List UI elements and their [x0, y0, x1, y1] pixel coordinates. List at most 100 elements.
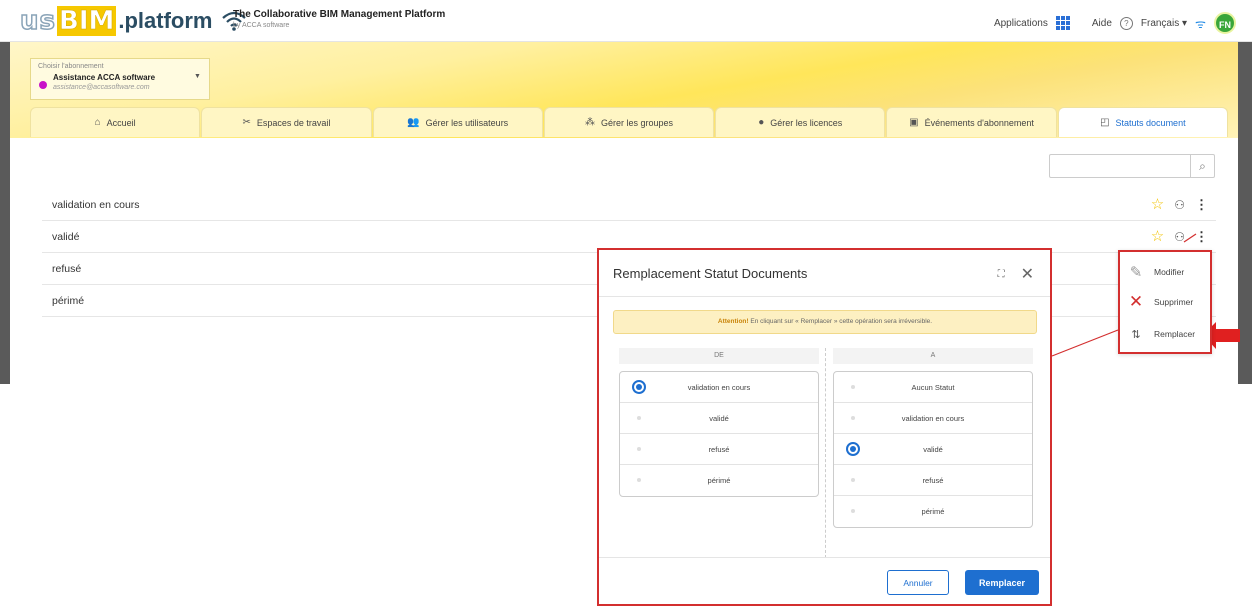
from-option[interactable]: validé	[620, 403, 818, 434]
swap-icon: ⇅	[1131, 328, 1141, 341]
logo-platform: .platform	[118, 8, 213, 33]
group-icon: ⁂	[584, 117, 595, 128]
more-options-icon[interactable]: ⋮	[1195, 197, 1208, 213]
avatar[interactable]: FN	[1214, 12, 1236, 34]
radio-unselected[interactable]	[632, 473, 646, 487]
subscription-label: Choisir l'abonnement	[38, 63, 104, 70]
connection-icon: ᯤ	[1195, 16, 1206, 31]
option-label: refusé	[922, 475, 944, 485]
option-label: validé	[709, 413, 729, 423]
users-icon[interactable]: ⚇	[1174, 230, 1185, 244]
tab-events[interactable]: ▣ Événements d'abonnement	[886, 107, 1057, 137]
subscription-selector[interactable]: Choisir l'abonnement Assistance ACCA sof…	[30, 58, 210, 100]
replace-status-modal: Remplacement Statut Documents ⛶ ✕ Attent…	[597, 248, 1052, 606]
radio-selected[interactable]	[846, 442, 860, 456]
menu-item-replace[interactable]: ⇅ Remplacer	[1128, 324, 1195, 344]
row-actions: ☆ ⚇ ⋮	[1151, 229, 1208, 245]
warning-text: En cliquant sur « Remplacer » cette opér…	[748, 318, 933, 325]
radio-unselected[interactable]	[846, 504, 860, 518]
menu-item-delete[interactable]: ✕ Supprimer	[1128, 292, 1193, 312]
add-user-icon: 👥	[407, 117, 420, 128]
divider	[599, 557, 1050, 558]
option-label: validé	[923, 444, 943, 454]
option-label: refusé	[708, 444, 730, 454]
radio-selected[interactable]	[632, 380, 646, 394]
tools-icon: ✂	[242, 117, 251, 128]
to-option[interactable]: validation en cours	[834, 403, 1032, 434]
from-option[interactable]: validation en cours	[620, 372, 818, 403]
from-options: validation en cours validé refusé périmé	[619, 371, 819, 497]
language-select[interactable]: Français ▾	[1141, 18, 1187, 29]
search-field[interactable]	[1054, 155, 1192, 177]
apps-grid-icon[interactable]	[1055, 16, 1070, 30]
home-icon: ⌂	[94, 117, 101, 128]
option-label: Aucun Statut	[911, 382, 955, 392]
from-option[interactable]: périmé	[620, 465, 818, 496]
from-option[interactable]: refusé	[620, 434, 818, 465]
tab-label: Gérer les licences	[770, 117, 843, 128]
status-name: validation en cours	[52, 198, 140, 211]
more-options-icon[interactable]: ⋮	[1195, 229, 1208, 245]
list-item[interactable]: validation en cours ☆ ⚇ ⋮	[42, 189, 1216, 221]
subscription-color-dot	[39, 81, 47, 89]
top-right-menu: Applications Aide ? Français ▾ ᯤ FN	[994, 12, 1236, 34]
help-link[interactable]: Aide	[1092, 18, 1112, 29]
tab-label: Statuts document	[1115, 117, 1186, 128]
subscription-name: Assistance ACCA software	[53, 73, 156, 82]
logo-bim: BIM	[57, 6, 117, 36]
chevron-down-icon: ▼	[194, 73, 201, 80]
document-status-icon: ◰	[1100, 117, 1110, 128]
status-name: refusé	[52, 262, 82, 275]
events-icon: ▣	[909, 117, 919, 128]
menu-item-label: Supprimer	[1154, 297, 1194, 307]
tab-label: Gérer les groupes	[600, 117, 673, 128]
to-option[interactable]: périmé	[834, 496, 1032, 527]
tab-label: Accueil	[106, 117, 136, 128]
to-option[interactable]: refusé	[834, 465, 1032, 496]
to-options: Aucun Statut validation en cours validé …	[833, 371, 1033, 528]
modal-controls: ⛶ ✕	[998, 264, 1034, 284]
star-icon[interactable]: ☆	[1151, 229, 1164, 244]
close-icon[interactable]: ✕	[1021, 264, 1034, 284]
option-label: périmé	[707, 476, 731, 485]
cancel-button[interactable]: Annuler	[887, 570, 949, 595]
close-icon: ✕	[1128, 292, 1144, 311]
tab-label: Événements d'abonnement	[924, 117, 1034, 128]
radio-unselected[interactable]	[632, 442, 646, 456]
context-menu: ✎ Modifier ✕ Supprimer ⇅ Remplacer	[1118, 250, 1212, 354]
tab-licenses[interactable]: ● Gérer les licences	[715, 107, 886, 137]
tab-home[interactable]: ⌂ Accueil	[30, 107, 201, 137]
column-divider	[825, 348, 826, 558]
option-label: validation en cours	[687, 382, 751, 392]
tab-users[interactable]: 👥 Gérer les utilisateurs	[372, 107, 543, 137]
usbim-logo[interactable]: us BIM .platform	[19, 5, 247, 37]
tab-document-status[interactable]: ◰ Statuts document	[1057, 107, 1228, 137]
warning-banner: Attention! En cliquant sur « Remplacer »…	[613, 310, 1037, 334]
status-name: périmé	[52, 294, 85, 307]
radio-unselected[interactable]	[632, 411, 646, 425]
tab-groups[interactable]: ⁂ Gérer les groupes	[543, 107, 715, 137]
platform-byline: by ACCA software	[233, 22, 290, 29]
star-icon[interactable]: ☆	[1151, 197, 1164, 212]
maximize-icon[interactable]: ⛶	[998, 269, 1005, 280]
help-icon[interactable]: ?	[1119, 16, 1133, 30]
main-tabs: ⌂ Accueil ✂ Espaces de travail 👥 Gérer l…	[30, 107, 1228, 137]
from-column-header: DE	[619, 348, 819, 364]
search-icon[interactable]: ⌕	[1190, 155, 1214, 177]
pencil-icon: ✎	[1129, 264, 1143, 281]
menu-item-edit[interactable]: ✎ Modifier	[1128, 262, 1185, 282]
users-icon[interactable]: ⚇	[1174, 198, 1185, 212]
to-option[interactable]: Aucun Statut	[834, 372, 1032, 403]
option-label: validation en cours	[901, 413, 965, 423]
warning-bold: Attention!	[717, 318, 749, 325]
license-icon: ●	[758, 117, 765, 128]
radio-unselected[interactable]	[846, 411, 860, 425]
applications-link[interactable]: Applications	[994, 18, 1048, 29]
top-bar: us BIM .platform The Collaborative BIM M…	[0, 0, 1252, 42]
replace-button[interactable]: Remplacer	[965, 570, 1039, 595]
search-input[interactable]: ⌕	[1049, 154, 1215, 178]
tab-workspaces[interactable]: ✂ Espaces de travail	[201, 107, 372, 137]
radio-unselected[interactable]	[846, 473, 860, 487]
to-option[interactable]: validé	[834, 434, 1032, 465]
radio-unselected[interactable]	[846, 380, 860, 394]
